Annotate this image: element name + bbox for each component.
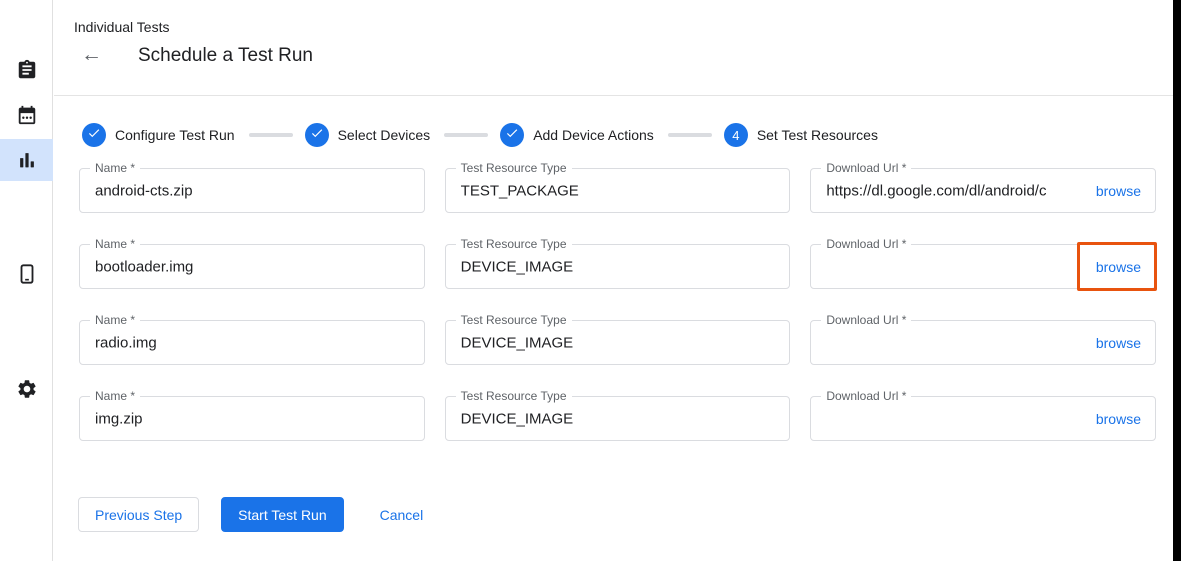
wizard-stepper: Configure Test Run Select Devices Add De… [82, 123, 878, 147]
step-3-circle[interactable] [500, 123, 524, 147]
sidebar-item-tests[interactable] [0, 49, 53, 91]
name-field-row-1[interactable]: Name * android-cts.zip [79, 168, 425, 213]
check-icon [505, 126, 519, 145]
screen-edge-strip [1173, 0, 1181, 561]
resource-type-field-label: Test Resource Type [456, 237, 572, 251]
step-4-number: 4 [732, 128, 739, 143]
resource-type-field-row-3[interactable]: Test Resource Type DEVICE_IMAGE [445, 320, 791, 365]
step-4-circle[interactable]: 4 [724, 123, 748, 147]
browse-link-row-2[interactable]: browse [1096, 259, 1141, 275]
schedule-test-run-page: Individual Tests ← Schedule a Test Run C… [0, 0, 1181, 561]
cancel-button[interactable]: Cancel [364, 497, 440, 532]
footer-actions: Previous Step Start Test Run Cancel [78, 497, 439, 532]
browse-link-row-4[interactable]: browse [1096, 411, 1141, 427]
resource-type-field-label: Test Resource Type [456, 389, 572, 403]
check-icon [310, 126, 324, 145]
bar-chart-icon [16, 149, 38, 171]
resource-type-field-label: Test Resource Type [456, 161, 572, 175]
name-field-row-2[interactable]: Name * bootloader.img [79, 244, 425, 289]
name-field-value: radio.img [95, 334, 157, 351]
resource-type-field-label: Test Resource Type [456, 313, 572, 327]
breadcrumb: Individual Tests [74, 19, 169, 35]
resource-type-field-value: DEVICE_IMAGE [461, 410, 574, 427]
resource-type-field-value: DEVICE_IMAGE [461, 334, 574, 351]
download-url-field-row-3[interactable]: Download Url * browse [810, 320, 1156, 365]
step-1-label: Configure Test Run [115, 127, 235, 143]
left-nav-sidebar [0, 0, 53, 561]
step-2-circle[interactable] [305, 123, 329, 147]
name-field-row-4[interactable]: Name * img.zip [79, 396, 425, 441]
step-3-label: Add Device Actions [533, 127, 654, 143]
calendar-icon [16, 104, 38, 126]
name-field-value: img.zip [95, 410, 143, 427]
step-2-label: Select Devices [338, 127, 431, 143]
sidebar-item-settings[interactable] [0, 368, 53, 410]
check-icon [87, 126, 101, 145]
sidebar-item-test-plans[interactable] [0, 94, 53, 136]
download-url-field-label: Download Url * [821, 237, 911, 251]
clipboard-icon [16, 59, 38, 81]
name-field-label: Name * [90, 237, 140, 251]
resource-type-field-row-4[interactable]: Test Resource Type DEVICE_IMAGE [445, 396, 791, 441]
download-url-field-label: Download Url * [821, 313, 911, 327]
step-connector [249, 133, 293, 137]
test-resources-form: Name * android-cts.zip Test Resource Typ… [79, 168, 1156, 441]
download-url-field-label: Download Url * [821, 161, 911, 175]
previous-step-button[interactable]: Previous Step [78, 497, 199, 532]
page-title: Schedule a Test Run [138, 45, 313, 67]
name-field-row-3[interactable]: Name * radio.img [79, 320, 425, 365]
step-connector [668, 133, 712, 137]
sidebar-item-devices[interactable] [0, 253, 53, 295]
name-field-label: Name * [90, 389, 140, 403]
browse-link-row-3[interactable]: browse [1096, 335, 1141, 351]
smartphone-icon [16, 263, 38, 285]
resource-type-field-value: DEVICE_IMAGE [461, 258, 574, 275]
download-url-field-label: Download Url * [821, 389, 911, 403]
name-field-value: android-cts.zip [95, 182, 193, 199]
resource-type-field-row-1[interactable]: Test Resource Type TEST_PACKAGE [445, 168, 791, 213]
download-url-field-value: https://dl.google.com/dl/android/c [826, 182, 1046, 199]
download-url-field-row-2[interactable]: Download Url * browse [810, 244, 1156, 289]
step-4-label: Set Test Resources [757, 127, 878, 143]
resource-type-field-row-2[interactable]: Test Resource Type DEVICE_IMAGE [445, 244, 791, 289]
download-url-field-row-4[interactable]: Download Url * browse [810, 396, 1156, 441]
header-divider [54, 95, 1173, 96]
sidebar-item-test-results[interactable] [0, 139, 53, 181]
name-field-value: bootloader.img [95, 258, 193, 275]
resource-type-field-value: TEST_PACKAGE [461, 182, 579, 199]
browse-link-row-1[interactable]: browse [1096, 183, 1141, 199]
step-1-circle[interactable] [82, 123, 106, 147]
name-field-label: Name * [90, 313, 140, 327]
step-connector [444, 133, 488, 137]
gear-icon [16, 378, 38, 400]
name-field-label: Name * [90, 161, 140, 175]
start-test-run-button[interactable]: Start Test Run [221, 497, 343, 532]
main-content: Individual Tests ← Schedule a Test Run C… [54, 0, 1173, 561]
arrow-back-icon[interactable]: ← [81, 44, 102, 65]
download-url-field-row-1[interactable]: Download Url * https://dl.google.com/dl/… [810, 168, 1156, 213]
